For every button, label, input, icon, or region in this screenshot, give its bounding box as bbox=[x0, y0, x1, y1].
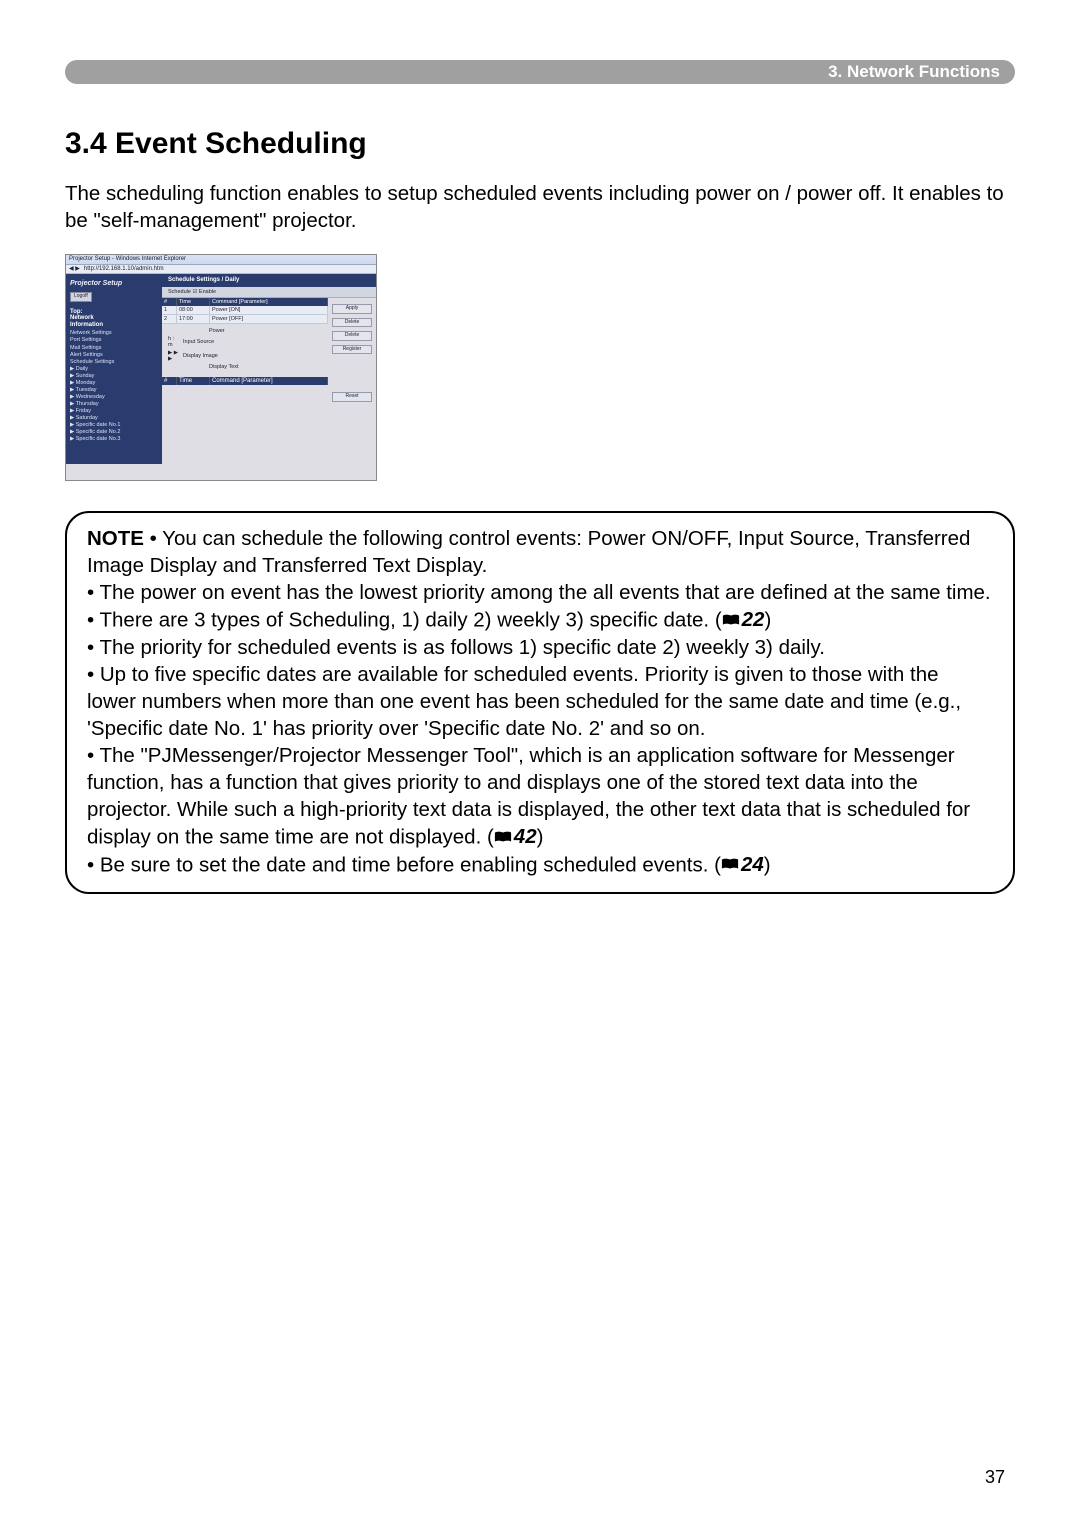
note-l2: • The power on event has the lowest prio… bbox=[87, 581, 991, 604]
dimg-label: Display Image bbox=[183, 353, 218, 359]
sidebar-item[interactable]: Alert Settings bbox=[70, 352, 158, 358]
side-heading: Top: Network Information bbox=[70, 309, 158, 329]
page-ref: 42 bbox=[494, 823, 537, 850]
page-ref: 22 bbox=[722, 606, 765, 633]
book-icon bbox=[722, 613, 740, 627]
page-ref: 24 bbox=[721, 851, 764, 878]
th: Command [Parameter] bbox=[210, 377, 328, 386]
th: Time bbox=[177, 377, 210, 386]
th: # bbox=[162, 298, 177, 306]
register-button[interactable]: Register bbox=[332, 345, 372, 355]
th: Command [Parameter] bbox=[210, 298, 328, 306]
sidebar-item[interactable]: ▶ Tuesday bbox=[70, 387, 158, 393]
sidebar-item[interactable]: Port Settings bbox=[70, 337, 158, 343]
sidebar-item[interactable]: ▶ Sunday bbox=[70, 373, 158, 379]
logoff-button[interactable]: Logoff bbox=[70, 292, 92, 302]
table-row[interactable]: 217:00Power [OFF] bbox=[162, 315, 328, 324]
page-number: 37 bbox=[985, 1466, 1005, 1489]
screenshot: Projector Setup - Windows Internet Explo… bbox=[65, 254, 377, 481]
th: Time bbox=[177, 298, 210, 306]
sidebar-item[interactable]: ▶ Daily bbox=[70, 366, 158, 372]
time-stepper[interactable]: ▶ ▶ ▶ bbox=[168, 350, 180, 362]
sidebar-item[interactable]: ▶ Specific date No.1 bbox=[70, 422, 158, 428]
sidebar-item[interactable]: ▶ Friday bbox=[70, 408, 158, 414]
sidebar-item[interactable]: ▶ Monday bbox=[70, 380, 158, 386]
header-bar: 3. Network Functions bbox=[65, 60, 1015, 84]
toolbar: ◀ ▶http://192.168.1.10/admin.htm bbox=[66, 265, 376, 275]
page-title: 3.4 Event Scheduling bbox=[65, 124, 1015, 163]
time-input[interactable]: h : m bbox=[168, 336, 180, 348]
delete-button[interactable]: Delete bbox=[332, 331, 372, 341]
panel-title: Schedule Settings / Daily bbox=[162, 274, 376, 287]
book-icon bbox=[494, 830, 512, 844]
intro-text: The scheduling function enables to setup… bbox=[65, 181, 1015, 234]
sidebar-item[interactable]: ▶ Specific date No.3 bbox=[70, 436, 158, 442]
note-l5: • Up to five specific dates are availabl… bbox=[87, 663, 961, 740]
apply-button[interactable]: Apply bbox=[332, 304, 372, 314]
note-l4: • The priority for scheduled events is a… bbox=[87, 636, 825, 659]
note-l1: • You can schedule the following control… bbox=[87, 527, 970, 577]
sidebar-item[interactable]: ▶ Wednesday bbox=[70, 394, 158, 400]
power-label: Power bbox=[209, 328, 225, 334]
sidebar-item[interactable]: ▶ Specific date No.2 bbox=[70, 429, 158, 435]
schedule-table: #TimeCommand [Parameter] 108:00Power [ON… bbox=[162, 298, 328, 324]
note-l3a: • There are 3 types of Scheduling, 1) da… bbox=[87, 609, 722, 632]
book-icon bbox=[721, 857, 739, 871]
input-label: Input Source bbox=[183, 339, 214, 345]
logo: Projector Setup bbox=[70, 280, 158, 288]
breadcrumb: 3. Network Functions bbox=[828, 61, 1000, 83]
window-title: Projector Setup - Windows Internet Explo… bbox=[66, 255, 376, 265]
sidebar-item[interactable]: Mail Settings bbox=[70, 345, 158, 351]
url: http://192.168.1.10/admin.htm bbox=[84, 266, 164, 273]
table-row[interactable]: 108:00Power [ON] bbox=[162, 306, 328, 315]
note-l7a: • Be sure to set the date and time befor… bbox=[87, 853, 721, 876]
sidebar-item[interactable]: Schedule Settings bbox=[70, 359, 158, 365]
schedule-tab[interactable]: Schedule ☑ Enable bbox=[162, 287, 376, 298]
sidebar-item[interactable]: ▶ Saturday bbox=[70, 415, 158, 421]
sidebar-item[interactable]: Network Settings bbox=[70, 330, 158, 336]
note-box: NOTE • You can schedule the following co… bbox=[65, 511, 1015, 894]
reset-button[interactable]: Reset bbox=[332, 392, 372, 402]
dtxt-label: Display Text bbox=[209, 364, 239, 370]
th: # bbox=[162, 377, 177, 386]
sidebar-item[interactable]: ▶ Thursday bbox=[70, 401, 158, 407]
note-label: NOTE bbox=[87, 527, 144, 550]
sidebar: Projector Setup Logoff Top: Network Info… bbox=[66, 274, 162, 464]
delete-button[interactable]: Delete bbox=[332, 318, 372, 328]
